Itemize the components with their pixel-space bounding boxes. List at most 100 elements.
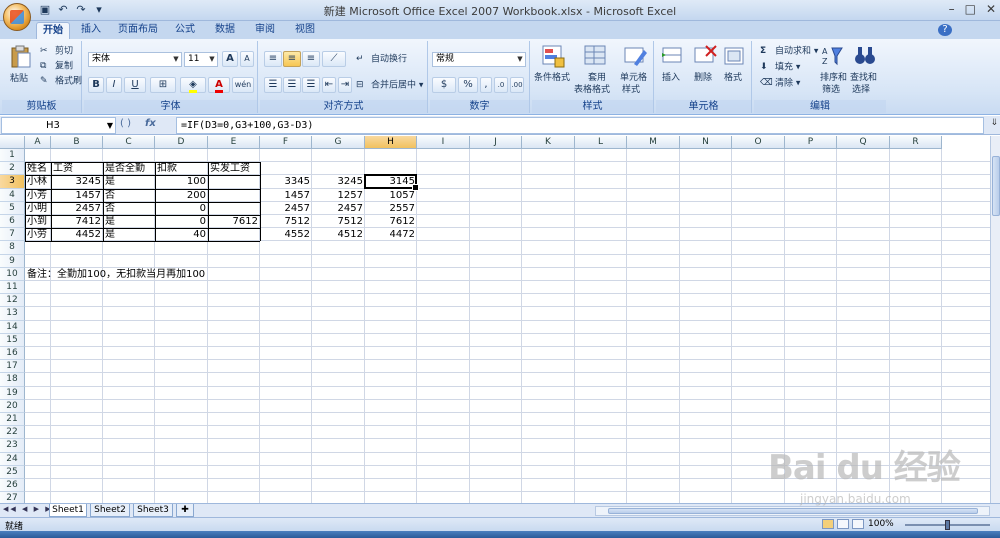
name-box[interactable]: H3 ▼ <box>1 117 116 134</box>
sheet-tab-2[interactable]: Sheet2 <box>90 504 130 517</box>
cell-g3[interactable]: 3245 <box>312 175 365 188</box>
row-header-26[interactable]: 26 <box>0 479 25 493</box>
row-header-4[interactable]: 4 <box>0 188 25 202</box>
align-center-button[interactable]: ☰ <box>283 77 301 93</box>
bold-button[interactable]: B <box>88 77 104 93</box>
orientation-button[interactable]: ⟋ <box>322 51 346 67</box>
maximize-button[interactable]: □ <box>965 2 976 16</box>
row-header-12[interactable]: 12 <box>0 294 25 308</box>
cell-c7[interactable]: 是 <box>103 228 155 241</box>
font-name-select[interactable]: 宋体 ▼ <box>88 52 182 67</box>
row-header-9[interactable]: 9 <box>0 254 25 268</box>
tab-page-layout[interactable]: 页面布局 <box>114 22 162 39</box>
cell-f3[interactable]: 3345 <box>260 175 312 188</box>
row-header-2[interactable]: 2 <box>0 162 25 176</box>
cell-b6[interactable]: 7412 <box>51 215 103 228</box>
cell-b7[interactable]: 4452 <box>51 228 103 241</box>
help-icon[interactable]: ? <box>938 24 952 36</box>
cell-c3[interactable]: 是 <box>103 175 155 188</box>
sheet-tab-3[interactable]: Sheet3 <box>133 504 173 517</box>
decrease-decimal-button[interactable]: .00 <box>510 77 524 93</box>
align-middle-button[interactable]: ≡ <box>283 51 301 67</box>
cell-a5[interactable]: 小明 <box>25 202 51 215</box>
clear-button[interactable]: ⌫ 清除 ▾ <box>760 77 800 90</box>
zoom-slider-knob[interactable] <box>945 520 950 530</box>
cell-e6[interactable]: 7612 <box>208 215 260 228</box>
row-header-10[interactable]: 10 <box>0 267 25 281</box>
cell-a10[interactable]: 备注：全勤加100，无扣款当月再加100 <box>25 268 205 281</box>
copy-button[interactable]: ⧉ 复制 <box>40 60 73 73</box>
cell-styles-button[interactable]: 样式 <box>622 84 640 96</box>
row-header-16[interactable]: 16 <box>0 347 25 361</box>
fill-button[interactable]: ⬇ 填充 ▾ <box>760 61 800 74</box>
cell-b4[interactable]: 1457 <box>51 189 103 202</box>
row-header-21[interactable]: 21 <box>0 413 25 427</box>
cell-f7[interactable]: 4552 <box>260 228 312 241</box>
tab-home[interactable]: 开始 <box>36 22 70 39</box>
increase-indent-button[interactable]: ⇥ <box>338 77 352 93</box>
percent-button[interactable]: % <box>458 77 478 93</box>
sort-filter-button[interactable]: 筛选 <box>822 84 840 96</box>
cell-h7[interactable]: 4472 <box>365 228 417 241</box>
increase-decimal-button[interactable]: .0 <box>494 77 508 93</box>
row-header-1[interactable]: 1 <box>0 149 25 163</box>
cell-h6[interactable]: 7612 <box>365 215 417 228</box>
autosum-button[interactable]: Σ 自动求和 ▾ <box>760 45 818 58</box>
column-header-i[interactable]: I <box>417 136 470 149</box>
cell-g5[interactable]: 2457 <box>312 202 365 215</box>
decrease-indent-button[interactable]: ⇤ <box>322 77 336 93</box>
row-header-19[interactable]: 19 <box>0 386 25 400</box>
cell-b2[interactable]: 工资 <box>51 162 103 175</box>
column-header-j[interactable]: J <box>470 136 522 149</box>
row-header-8[interactable]: 8 <box>0 241 25 255</box>
select-all-button[interactable] <box>0 136 25 149</box>
align-bottom-button[interactable]: ≡ <box>302 51 320 67</box>
row-header-22[interactable]: 22 <box>0 426 25 440</box>
number-format-select[interactable]: 常规 ▼ <box>432 52 526 67</box>
cell-g4[interactable]: 1257 <box>312 189 365 202</box>
column-header-b[interactable]: B <box>51 136 103 149</box>
underline-button[interactable]: U <box>124 77 146 93</box>
currency-button[interactable]: $ <box>432 77 456 93</box>
cell-c6[interactable]: 是 <box>103 215 155 228</box>
formula-input[interactable]: =IF(D3=0,G3+100,G3-D3) <box>176 117 984 134</box>
cell-f4[interactable]: 1457 <box>260 189 312 202</box>
wrap-text-button[interactable]: ↵ 自动换行 <box>356 53 407 66</box>
cell-f5[interactable]: 2457 <box>260 202 312 215</box>
cell-c5[interactable]: 否 <box>103 202 155 215</box>
minimize-button[interactable]: – <box>949 2 955 16</box>
column-header-q[interactable]: Q <box>837 136 890 149</box>
column-header-l[interactable]: L <box>575 136 627 149</box>
close-button[interactable]: ✕ <box>986 2 996 16</box>
cell-a7[interactable]: 小劳 <box>25 228 51 241</box>
cell-b5[interactable]: 2457 <box>51 202 103 215</box>
italic-button[interactable]: I <box>106 77 122 93</box>
cell-d7[interactable]: 40 <box>155 228 208 241</box>
vertical-scrollbar[interactable] <box>990 136 1000 503</box>
insert-sheet-button[interactable]: ✚ <box>176 504 194 517</box>
column-header-n[interactable]: N <box>680 136 732 149</box>
column-header-g[interactable]: G <box>312 136 365 149</box>
phonetic-button[interactable]: wén <box>232 77 254 93</box>
formula-bar-expand-icon[interactable]: ( ) <box>120 118 131 129</box>
column-header-k[interactable]: K <box>522 136 575 149</box>
row-header-6[interactable]: 6 <box>0 215 25 229</box>
shrink-font-button[interactable]: A <box>240 51 254 67</box>
row-header-18[interactable]: 18 <box>0 373 25 387</box>
cell-f6[interactable]: 7512 <box>260 215 312 228</box>
paste-icon[interactable] <box>8 45 34 69</box>
font-size-select[interactable]: 11 ▼ <box>184 52 218 67</box>
row-header-27[interactable]: 27 <box>0 492 25 503</box>
delete-cells-button[interactable]: 删除 <box>694 72 712 84</box>
sheet-tab-1[interactable]: Sheet1 <box>49 504 87 517</box>
zoom-level[interactable]: 100% <box>868 519 894 529</box>
tab-formulas[interactable]: 公式 <box>170 22 200 39</box>
align-right-button[interactable]: ☰ <box>302 77 320 93</box>
paste-button[interactable]: 粘贴 <box>10 73 28 85</box>
cell-d6[interactable]: 0 <box>155 215 208 228</box>
table-format-button[interactable]: 表格格式 <box>574 84 610 96</box>
cell-d3[interactable]: 100 <box>155 175 208 188</box>
row-header-3[interactable]: 3 <box>0 175 25 189</box>
normal-view-icon[interactable] <box>822 519 834 529</box>
row-header-20[interactable]: 20 <box>0 399 25 413</box>
